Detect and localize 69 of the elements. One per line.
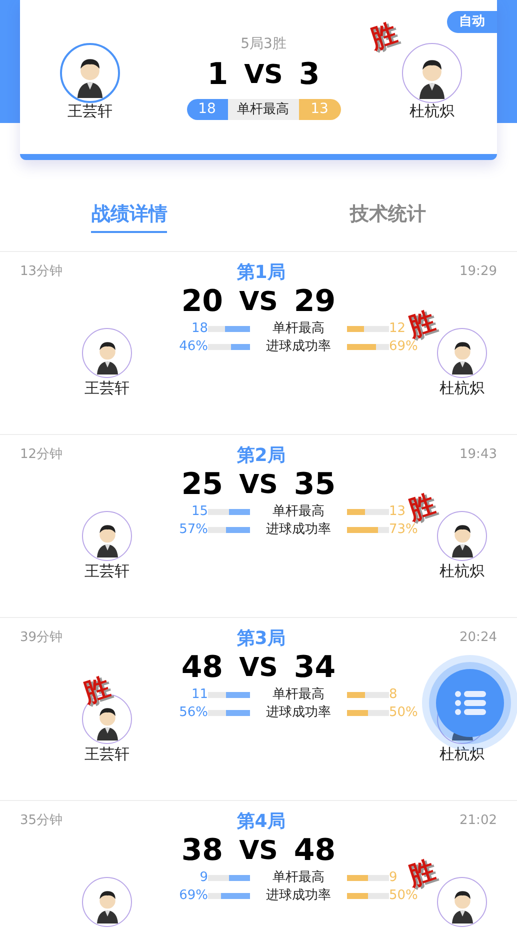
match-format: 5局3胜 [240, 35, 286, 54]
game-duration: 39分钟 [20, 629, 63, 648]
stat-value: 13 [298, 99, 340, 120]
score: 29 [294, 284, 336, 320]
player-name: 杜杭炽 [410, 101, 454, 121]
stat-label: 进球成功率 [265, 338, 332, 355]
stat-label: 单杆最高 [272, 320, 326, 337]
stat-label: 进球成功率 [265, 704, 332, 721]
player-name: 杜杭炽 [440, 378, 484, 398]
score: 20 [181, 284, 224, 320]
stat-value: 69% [389, 339, 418, 355]
game-title: 第1局 [236, 260, 286, 284]
stat-value: 46% [178, 338, 208, 355]
vs-label: VS [244, 59, 283, 92]
tab[interactable]: 战绩详情 [0, 200, 258, 251]
game-duration: 13分钟 [20, 263, 63, 282]
game-title: 第2局 [236, 444, 286, 468]
game-time: 19:29 [460, 263, 497, 282]
stat-value: 69% [178, 887, 208, 904]
stat-label: 单杆最高 [272, 503, 326, 520]
stat-label: 单杆最高 [272, 869, 326, 886]
stat-value: 18 [186, 99, 228, 120]
stat-label: 进球成功率 [265, 887, 332, 904]
stat-value: 73% [389, 522, 418, 538]
game-duration: 12分钟 [20, 446, 63, 464]
win-label: 胜 [406, 308, 438, 342]
score: 38 [181, 833, 224, 869]
score: 34 [294, 650, 336, 686]
stat-value: 56% [178, 704, 208, 721]
mode-badge: 自动 [447, 11, 497, 32]
vs-label: VS [239, 286, 278, 319]
score: 35 [294, 467, 336, 503]
list-icon [454, 690, 486, 716]
stat-value: 11 [190, 686, 208, 703]
stat-value: 50% [389, 704, 419, 721]
stat-value: 8 [389, 686, 398, 703]
stat-label: 单杆最高 [228, 99, 298, 120]
stat-value: 50% [389, 888, 418, 904]
game-title: 第4局 [236, 810, 286, 834]
stat-value: 57% [178, 521, 208, 538]
stat-label: 进球成功率 [265, 521, 332, 538]
stat-value: 15 [190, 503, 208, 520]
vs-label: VS [239, 835, 278, 868]
win-label: 胜 [368, 20, 400, 54]
score: 3 [298, 57, 320, 93]
player-name: 王芸轩 [84, 744, 130, 764]
player-name: 王芸轩 [84, 378, 130, 398]
win-label: 胜 [80, 674, 114, 708]
tab[interactable]: 技术统计 [258, 200, 517, 251]
score: 48 [294, 833, 336, 869]
game-duration: 35分钟 [20, 812, 63, 830]
vs-label: VS [239, 652, 278, 685]
win-label: 胜 [406, 492, 438, 524]
game-time: 21:02 [460, 812, 497, 830]
game-time: 20:24 [460, 629, 497, 648]
player-name: 杜杭炽 [440, 561, 484, 581]
score: 1 [207, 57, 228, 93]
player-name: 杜杭炽 [440, 744, 484, 764]
score: 48 [181, 650, 224, 686]
player-name: 王芸轩 [68, 101, 112, 121]
player-name: 王芸轩 [84, 561, 130, 581]
score: 25 [181, 467, 224, 503]
game-time: 19:43 [460, 446, 497, 464]
stat-value: 9 [198, 869, 208, 886]
vs-label: VS [239, 469, 278, 502]
win-label: 胜 [406, 858, 438, 890]
stat-value: 18 [190, 320, 208, 337]
stat-label: 单杆最高 [272, 686, 326, 703]
game-title: 第3局 [236, 626, 286, 650]
